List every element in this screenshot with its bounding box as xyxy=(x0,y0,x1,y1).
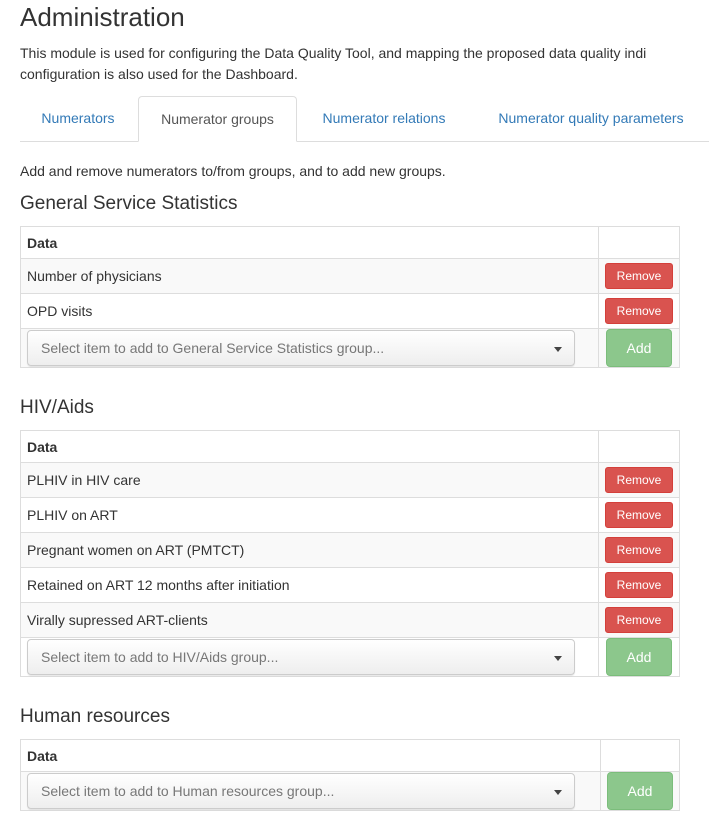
tab-bar: Numerators Numerator groups Numerator re… xyxy=(20,96,709,142)
item-label: PLHIV in HIV care xyxy=(20,462,599,498)
add-button[interactable]: Add xyxy=(606,638,672,676)
column-header-data: Data xyxy=(20,430,599,463)
select-placeholder: Select item to add to General Service St… xyxy=(41,340,385,356)
group-table: Data Number of physicians Remove OPD vis… xyxy=(20,226,680,368)
remove-button[interactable]: Remove xyxy=(605,607,673,633)
group-title: Human resources xyxy=(20,706,170,727)
item-label: Pregnant women on ART (PMTCT) xyxy=(20,532,599,568)
page-description: This module is used for configuring the … xyxy=(20,43,709,85)
add-row: Select item to add to HIV/Aids group... … xyxy=(20,637,680,677)
description-line-1: This module is used for configuring the … xyxy=(20,45,647,61)
table-row: Virally supressed ART-clients Remove xyxy=(20,602,680,638)
table-row: Retained on ART 12 months after initiati… xyxy=(20,567,680,603)
column-header-actions xyxy=(600,739,680,772)
item-label: PLHIV on ART xyxy=(20,497,599,533)
add-row: Select item to add to General Service St… xyxy=(20,328,680,368)
group-table: Data Select item to add to Human resourc… xyxy=(20,739,680,811)
add-button[interactable]: Add xyxy=(607,772,673,810)
table-row: Pregnant women on ART (PMTCT) Remove xyxy=(20,532,680,568)
tab-numerators[interactable]: Numerators xyxy=(20,96,136,140)
chevron-down-icon xyxy=(554,656,562,661)
tab-numerator-relations[interactable]: Numerator relations xyxy=(300,96,468,140)
item-select[interactable]: Select item to add to HIV/Aids group... xyxy=(27,639,575,675)
item-label: OPD visits xyxy=(20,293,599,329)
remove-button[interactable]: Remove xyxy=(605,572,673,598)
column-header-actions xyxy=(598,430,680,463)
item-select[interactable]: Select item to add to Human resources gr… xyxy=(27,773,575,809)
select-placeholder: Select item to add to HIV/Aids group... xyxy=(41,649,279,665)
remove-button[interactable]: Remove xyxy=(605,467,673,493)
table-row: Number of physicians Remove xyxy=(20,258,680,294)
add-button[interactable]: Add xyxy=(606,329,672,367)
table-row: PLHIV on ART Remove xyxy=(20,497,680,533)
tab-numerator-groups[interactable]: Numerator groups xyxy=(138,96,297,142)
group-title: General Service Statistics xyxy=(20,193,238,214)
item-label: Virally supressed ART-clients xyxy=(20,602,599,638)
intro-text: Add and remove numerators to/from groups… xyxy=(20,163,446,179)
select-placeholder: Select item to add to Human resources gr… xyxy=(41,783,335,799)
item-select[interactable]: Select item to add to General Service St… xyxy=(27,330,575,366)
item-label: Number of physicians xyxy=(20,258,599,294)
remove-button[interactable]: Remove xyxy=(605,502,673,528)
description-line-2: configuration is also used for the Dashb… xyxy=(20,66,298,82)
table-row: OPD visits Remove xyxy=(20,293,680,329)
table-row: PLHIV in HIV care Remove xyxy=(20,462,680,498)
chevron-down-icon xyxy=(554,347,562,352)
remove-button[interactable]: Remove xyxy=(605,298,673,324)
remove-button[interactable]: Remove xyxy=(605,263,673,289)
column-header-data: Data xyxy=(20,739,601,772)
item-label: Retained on ART 12 months after initiati… xyxy=(20,567,599,603)
column-header-data: Data xyxy=(20,226,599,259)
remove-button[interactable]: Remove xyxy=(605,537,673,563)
page-title: Administration xyxy=(20,2,185,32)
column-header-actions xyxy=(598,226,680,259)
group-title: HIV/Aids xyxy=(20,397,94,418)
tab-numerator-quality-parameters[interactable]: Numerator quality parameters xyxy=(472,96,709,140)
group-table: Data PLHIV in HIV care Remove PLHIV on A… xyxy=(20,430,680,677)
chevron-down-icon xyxy=(554,790,562,795)
add-row: Select item to add to Human resources gr… xyxy=(20,771,680,811)
